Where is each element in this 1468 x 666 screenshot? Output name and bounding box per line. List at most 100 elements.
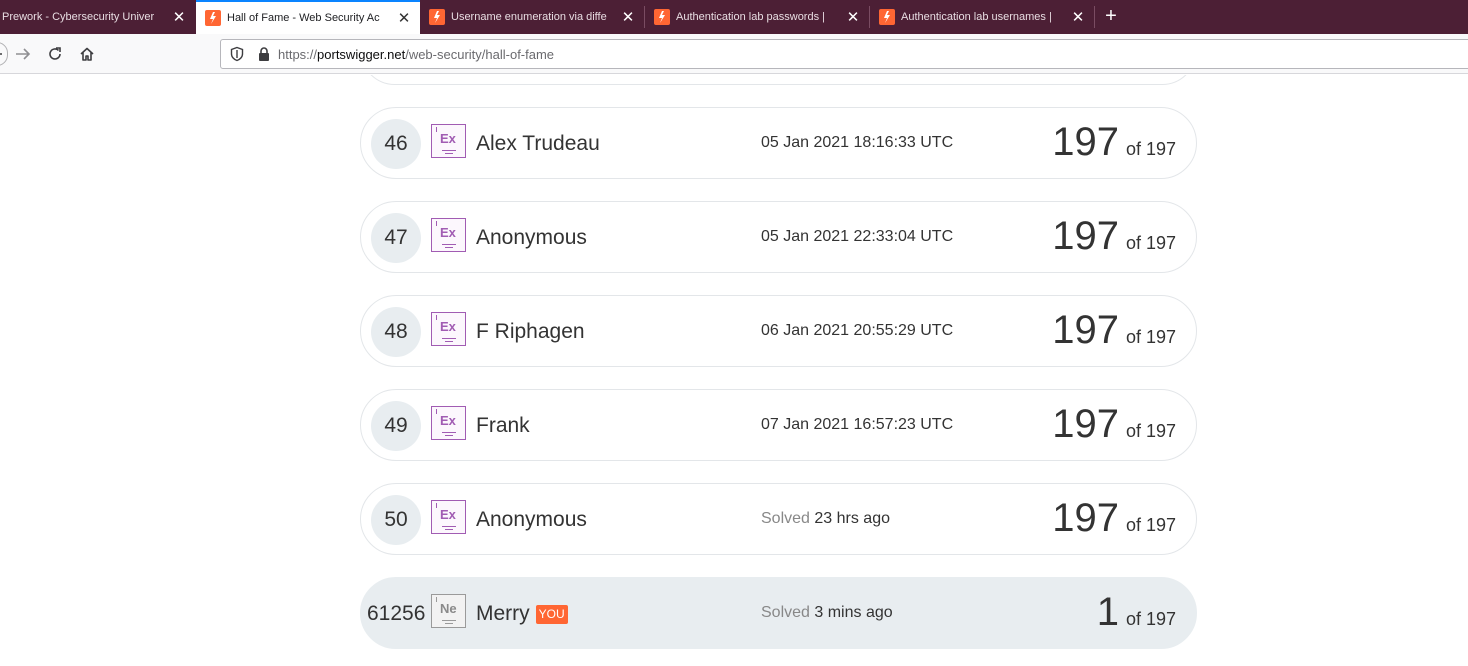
url-prefix: https:// — [278, 46, 318, 62]
leaderboard-row: 49 Ex Frank 07 Jan 2021 16:57:23 UTC 197… — [360, 389, 1197, 461]
lock-icon[interactable] — [257, 46, 271, 62]
score-value: 197 — [1052, 120, 1119, 164]
tracking-protection-shield-icon[interactable] — [229, 46, 245, 62]
home-icon — [80, 47, 94, 61]
tab-title: Username enumeration via diffe — [451, 11, 607, 23]
solved-time: 05 Jan 2021 18:16:33 UTC — [761, 134, 953, 152]
tab-auth-usernames[interactable]: Authentication lab usernames | ✕ — [870, 0, 1094, 34]
tab-separator — [1094, 6, 1095, 28]
your-rank: 61256 — [367, 602, 426, 625]
rank-circle: 50 — [371, 495, 421, 545]
badge-label: Ne — [440, 601, 457, 616]
score-total: of 197 — [1125, 233, 1176, 253]
solved-prefix: Solved — [761, 510, 810, 527]
reload-button[interactable] — [43, 42, 67, 66]
expert-badge-icon: Ex — [431, 500, 466, 534]
solved-date: 05 Jan 2021 22:33:04 UTC — [761, 228, 954, 245]
badge-label: Ex — [440, 507, 456, 522]
rank-circle: 48 — [371, 307, 421, 357]
tab-strip: Prework - Cybersecurity Univer ✕ Hall of… — [0, 0, 1468, 34]
solved-time: 07 Jan 2021 16:57:23 UTC — [761, 416, 953, 434]
forward-button[interactable] — [11, 42, 35, 66]
expert-badge-icon: Ex — [431, 218, 466, 252]
score-value: 1 — [1096, 590, 1119, 634]
badge-label: Ex — [440, 225, 456, 240]
badge-label: Ex — [440, 413, 456, 428]
portswigger-favicon-icon — [429, 9, 445, 25]
user-name: F Riphagen — [476, 320, 585, 343]
score: 1 of 197 — [1097, 590, 1176, 635]
home-button[interactable] — [75, 42, 99, 66]
solved-date: 23 hrs ago — [814, 510, 890, 527]
solved-time: Solved 23 hrs ago — [761, 510, 890, 528]
close-icon[interactable]: ✕ — [171, 9, 187, 26]
score: 197 of 197 — [1052, 214, 1176, 259]
hall-of-fame-page: 46 Ex Alex Trudeau 05 Jan 2021 18:16:33 … — [0, 75, 1468, 666]
arrow-left-icon — [0, 53, 2, 55]
solved-time: Solved 3 mins ago — [761, 604, 893, 622]
tab-auth-passwords[interactable]: Authentication lab passwords | ✕ — [645, 0, 869, 34]
address-bar[interactable]: https://portswigger.net/web-security/hal… — [220, 39, 1468, 69]
back-button[interactable] — [0, 42, 8, 66]
close-icon[interactable]: ✕ — [845, 9, 861, 26]
user-name: Merry — [476, 602, 530, 625]
badge-label: Ex — [440, 319, 456, 334]
user-name: Frank — [476, 414, 530, 437]
tab-title: Authentication lab passwords | — [676, 11, 825, 23]
solved-date: 05 Jan 2021 18:16:33 UTC — [761, 134, 954, 151]
user-name: Alex Trudeau — [476, 132, 600, 155]
score: 197 of 197 — [1052, 402, 1176, 447]
close-icon[interactable]: ✕ — [396, 10, 412, 27]
leaderboard-row: 46 Ex Alex Trudeau 05 Jan 2021 18:16:33 … — [360, 107, 1197, 179]
tab-username-enumeration[interactable]: Username enumeration via diffe ✕ — [420, 0, 644, 34]
score: 197 of 197 — [1052, 496, 1176, 541]
score-total: of 197 — [1125, 139, 1176, 159]
score-total: of 197 — [1125, 421, 1176, 441]
score-value: 197 — [1052, 308, 1119, 352]
score-value: 197 — [1052, 214, 1119, 258]
portswigger-favicon-icon — [879, 9, 895, 25]
leaderboard-row: 50 Ex Anonymous Solved 23 hrs ago 197 of … — [360, 483, 1197, 555]
your-leaderboard-row: 61256 Ne Merry YOU Solved 3 mins ago 1 of … — [360, 577, 1197, 649]
novice-badge-icon: Ne — [431, 594, 466, 628]
badge-label: Ex — [440, 131, 456, 146]
navigation-toolbar: https://portswigger.net/web-security/hal… — [0, 34, 1468, 74]
rank-circle: 49 — [371, 401, 421, 451]
leaderboard-row: 48 Ex F Riphagen 06 Jan 2021 20:55:29 UT… — [360, 295, 1197, 367]
tab-prework[interactable]: Prework - Cybersecurity Univer ✕ — [0, 0, 195, 34]
solved-prefix: Solved — [761, 604, 810, 621]
rank-circle: 47 — [371, 213, 421, 263]
reload-icon — [49, 47, 61, 60]
tab-title: Prework - Cybersecurity Univer — [2, 11, 155, 23]
portswigger-favicon-icon — [205, 10, 221, 26]
expert-badge-icon: Ex — [431, 312, 466, 346]
solved-time: 05 Jan 2021 22:33:04 UTC — [761, 228, 953, 246]
user-name: Anonymous — [476, 508, 587, 531]
leaderboard-row: 47 Ex Anonymous 05 Jan 2021 22:33:04 UTC… — [360, 201, 1197, 273]
user-name: Anonymous — [476, 226, 587, 249]
url-path: /web-security/hall-of-fame — [405, 46, 555, 62]
score: 197 of 197 — [1052, 308, 1176, 353]
previous-entry-edge — [360, 75, 1197, 85]
close-icon[interactable]: ✕ — [620, 9, 636, 26]
tab-title: Authentication lab usernames | — [901, 11, 1052, 23]
score-total: of 197 — [1125, 327, 1176, 347]
expert-badge-icon: Ex — [431, 406, 466, 440]
portswigger-favicon-icon — [654, 9, 670, 25]
close-icon[interactable]: ✕ — [1070, 9, 1086, 26]
arrow-right-icon — [16, 48, 31, 60]
rank-circle: 46 — [371, 119, 421, 169]
solved-date: 07 Jan 2021 16:57:23 UTC — [761, 416, 954, 433]
solved-date: 3 mins ago — [814, 604, 893, 621]
expert-badge-icon: Ex — [431, 124, 466, 158]
score-value: 197 — [1052, 402, 1119, 446]
your-name: Merry YOU — [476, 602, 568, 626]
tab-hall-of-fame[interactable]: Hall of Fame - Web Security Ac ✕ — [196, 0, 420, 34]
url-host: portswigger.net — [317, 46, 406, 62]
score-total: of 197 — [1125, 515, 1176, 535]
new-tab-button[interactable]: + — [1100, 4, 1122, 28]
score-total: of 197 — [1125, 609, 1176, 629]
solved-time: 06 Jan 2021 20:55:29 UTC — [761, 322, 953, 340]
tab-title: Hall of Fame - Web Security Ac — [227, 12, 380, 24]
solved-date: 06 Jan 2021 20:55:29 UTC — [761, 322, 954, 339]
